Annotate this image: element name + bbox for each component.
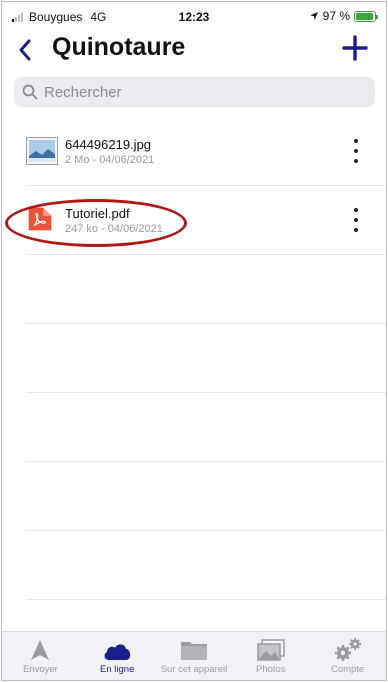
empty-row: [26, 462, 386, 531]
battery-icon: [354, 10, 378, 22]
empty-row: [26, 393, 386, 462]
tab-label: Compte: [330, 664, 365, 675]
folder-icon: [180, 642, 207, 660]
gears-icon: [334, 638, 361, 661]
list-item[interactable]: Tutoriel.pdf 247 ko - 04/06/2021: [26, 186, 386, 255]
back-chevron-icon[interactable]: [14, 36, 36, 64]
more-options-icon[interactable]: [350, 208, 362, 232]
list-item[interactable]: 644496219.jpg 2 Mo - 04/06/2021: [26, 117, 386, 186]
status-right: 97 %: [309, 9, 378, 23]
file-meta: 247 ko - 04/06/2021: [65, 223, 163, 235]
photos-icon: [257, 639, 285, 661]
tab-compte[interactable]: Compte: [309, 632, 386, 680]
tab-sur-cet-appareil[interactable]: Sur cet appareil: [156, 632, 233, 680]
file-name: Tutoriel.pdf: [65, 206, 130, 221]
page-title: Quinotaure: [52, 33, 186, 61]
search-bar[interactable]: [14, 77, 375, 107]
image-file-icon: [26, 137, 58, 165]
more-options-icon[interactable]: [350, 139, 362, 163]
send-icon: [31, 640, 50, 660]
location-arrow-icon: [309, 12, 318, 20]
tab-label: Sur cet appareil: [160, 664, 228, 675]
search-input[interactable]: [44, 83, 344, 101]
tab-photos[interactable]: Photos: [232, 632, 309, 680]
empty-row: [26, 531, 386, 600]
tab-bar: Envoyer En ligne Sur cet appareil Photos: [2, 631, 386, 680]
nav-header: Quinotaure: [2, 30, 386, 70]
status-bar: Bouygues 4G 12:23 97 %: [2, 2, 386, 30]
add-icon[interactable]: [342, 35, 368, 61]
battery-percent: 97 %: [322, 9, 350, 23]
tab-label: En ligne: [100, 664, 135, 675]
app-frame: Bouygues 4G 12:23 97 % Quinotaure Recher…: [1, 1, 387, 681]
empty-row: [26, 255, 386, 324]
tab-label: Envoyer: [22, 664, 58, 675]
tab-en-ligne[interactable]: En ligne: [79, 632, 156, 680]
search-icon: [22, 84, 38, 100]
tab-label: Photos: [256, 664, 286, 675]
file-name: 644496219.jpg: [65, 137, 152, 152]
empty-row: [26, 324, 386, 393]
file-meta: 2 Mo - 04/06/2021: [65, 154, 155, 166]
tab-envoyer[interactable]: Envoyer: [2, 632, 79, 680]
pdf-file-icon: [28, 207, 52, 231]
file-list: 644496219.jpg 2 Mo - 04/06/2021 Tutoriel…: [2, 117, 386, 600]
cloud-icon: [104, 644, 131, 660]
